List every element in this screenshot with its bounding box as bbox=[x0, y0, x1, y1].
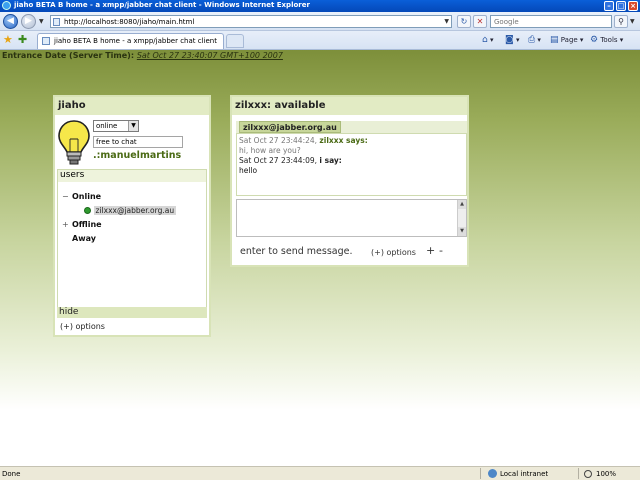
presence-select[interactable]: online ▼ bbox=[93, 120, 139, 132]
ie-icon bbox=[2, 1, 11, 10]
page-content: Entrance Date (Server Time): Sat Oct 27 … bbox=[0, 50, 640, 466]
message-text: hello bbox=[239, 166, 258, 175]
favorites-star-icon[interactable]: ★ bbox=[3, 34, 13, 46]
page-menu-icon: ▤ bbox=[550, 35, 559, 45]
address-bar[interactable]: http://localhost:8080/jiaho/main.html ▼ bbox=[50, 15, 452, 28]
refresh-button[interactable]: ↻ bbox=[457, 15, 471, 28]
presence-value: online bbox=[96, 122, 118, 130]
zoom-level[interactable]: 100% bbox=[596, 470, 616, 478]
roster-options-link[interactable]: (+) options bbox=[60, 322, 105, 331]
status-divider bbox=[480, 468, 481, 479]
add-favorites-icon[interactable]: ✚ bbox=[18, 34, 27, 46]
enlarge-button[interactable]: + bbox=[426, 244, 435, 257]
status-bar: Done Local intranet 100% bbox=[0, 466, 640, 480]
scroll-up-icon[interactable]: ▲ bbox=[458, 200, 466, 209]
contact-item[interactable]: zilxxx@jabber.org.au bbox=[84, 206, 177, 217]
message-meta: Sat Oct 27 23:44:24, zilxxx says: bbox=[239, 136, 368, 145]
lightbulb-icon bbox=[58, 120, 90, 165]
globe-icon bbox=[488, 469, 497, 478]
new-tab-button[interactable] bbox=[226, 34, 244, 48]
window-titlebar: jiaho BETA B home - a xmpp/jabber chat c… bbox=[0, 0, 640, 12]
forward-button[interactable]: ▶ bbox=[21, 14, 36, 29]
address-url[interactable]: http://localhost:8080/jiaho/main.html bbox=[64, 18, 194, 26]
chat-tab[interactable]: zilxxx@jabber.org.au bbox=[239, 121, 341, 133]
contact-jid: zilxxx@jabber.org.au bbox=[93, 206, 177, 215]
online-status-icon bbox=[84, 207, 91, 214]
status-message-field[interactable]: free to chat bbox=[93, 136, 183, 148]
address-dropdown-icon[interactable]: ▼ bbox=[444, 18, 449, 25]
tab-toolbar: ★ ✚ jiaho BETA B home - a xmpp/jabber ch… bbox=[0, 31, 640, 50]
users-list: users − Online zilxxx@jabber.org.au + Offl… bbox=[57, 169, 207, 317]
tab-jiaho[interactable]: jiaho BETA B home - a xmpp/jabber chat c… bbox=[37, 33, 224, 49]
history-dropdown-icon[interactable]: ▼ bbox=[39, 18, 44, 25]
message-meta: Sat Oct 27 23:44:09, i say: bbox=[239, 156, 342, 165]
message-text: hi, how are you? bbox=[239, 146, 301, 155]
back-button[interactable]: ◀ bbox=[3, 14, 18, 29]
status-text: Done bbox=[2, 470, 21, 478]
search-icon[interactable]: ⚲ bbox=[614, 15, 628, 28]
compose-textarea[interactable]: ▲ ▼ bbox=[236, 199, 467, 237]
entrance-date: Sat Oct 27 23:40:07 GMT+100 2007 bbox=[136, 51, 283, 60]
compose-scrollbar[interactable]: ▲ ▼ bbox=[457, 200, 466, 236]
group-online[interactable]: − Online bbox=[62, 192, 101, 201]
minimize-button[interactable]: – bbox=[604, 1, 614, 11]
entrance-date-line: Entrance Date (Server Time): Sat Oct 27 … bbox=[2, 51, 283, 60]
entrance-label: Entrance Date (Server Time): bbox=[2, 51, 135, 60]
send-hint: enter to send message. bbox=[240, 246, 353, 257]
security-zone[interactable]: Local intranet bbox=[500, 470, 548, 478]
stop-button[interactable]: ✕ bbox=[473, 15, 487, 28]
collapse-icon[interactable]: − bbox=[62, 192, 69, 201]
chevron-down-icon[interactable]: ▼ bbox=[128, 121, 138, 131]
search-input[interactable] bbox=[491, 16, 611, 27]
group-offline[interactable]: + Offline bbox=[62, 220, 102, 229]
page-menu[interactable]: ▤ Page ▾ bbox=[550, 35, 583, 45]
shrink-button[interactable]: - bbox=[439, 244, 443, 257]
feeds-icon[interactable]: ◙ ▾ bbox=[505, 35, 519, 45]
print-icon[interactable]: ⎙ ▾ bbox=[528, 35, 541, 45]
status-divider bbox=[578, 468, 579, 479]
username-label: .:manuelmartins bbox=[93, 150, 182, 161]
window-title: jiaho BETA B home - a xmpp/jabber chat c… bbox=[14, 1, 310, 9]
roster-panel: jiaho online ▼ free to chat .:manuelmart… bbox=[53, 95, 211, 337]
roster-panel-title: jiaho bbox=[55, 97, 209, 115]
tab-page-icon bbox=[42, 37, 50, 45]
search-dropdown-icon[interactable]: ▼ bbox=[630, 18, 635, 25]
home-icon[interactable]: ⌂ ▾ bbox=[482, 35, 493, 45]
group-away[interactable]: Away bbox=[62, 234, 96, 243]
chat-options-link[interactable]: (+) options bbox=[371, 248, 416, 257]
users-header: users bbox=[58, 170, 206, 182]
chat-panel-title: zilxxx: available bbox=[232, 97, 467, 115]
page-icon bbox=[53, 18, 60, 26]
maximize-button[interactable]: □ bbox=[616, 1, 626, 11]
tab-label: jiaho BETA B home - a xmpp/jabber chat c… bbox=[54, 37, 217, 45]
zoom-icon bbox=[584, 470, 592, 478]
expand-icon[interactable]: + bbox=[62, 220, 69, 229]
address-toolbar: ◀ ▶ ▼ http://localhost:8080/jiaho/main.h… bbox=[0, 12, 640, 31]
scroll-down-icon[interactable]: ▼ bbox=[458, 227, 466, 236]
hide-button[interactable]: hide bbox=[57, 307, 207, 318]
search-box[interactable] bbox=[490, 15, 612, 28]
gear-icon: ⚙ bbox=[590, 35, 599, 45]
tools-menu[interactable]: ⚙ Tools ▾ bbox=[590, 35, 623, 45]
message-log: Sat Oct 27 23:44:24, zilxxx says: hi, ho… bbox=[236, 133, 467, 196]
close-window-button[interactable]: × bbox=[628, 1, 638, 11]
chat-panel: zilxxx: available zilxxx@jabber.org.au S… bbox=[230, 95, 469, 267]
